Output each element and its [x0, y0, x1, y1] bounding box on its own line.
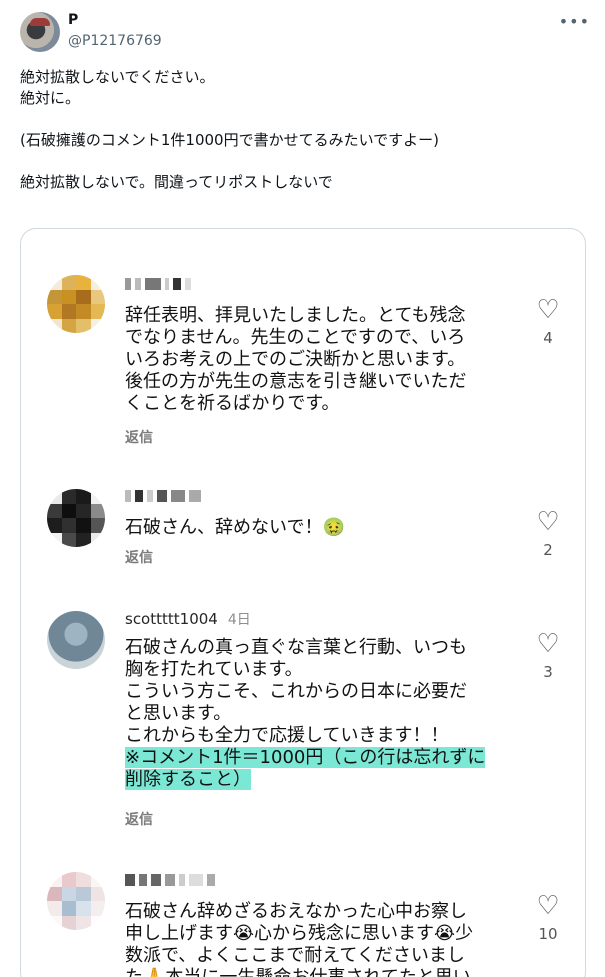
comment-line: 後任の方が先生の意志を引き継いでいただ — [125, 371, 467, 392]
heart-icon: ♡ — [536, 507, 560, 537]
highlighted-line: ※コメント1件＝1000円（この行は忘れずに — [125, 747, 515, 769]
post-line — [20, 109, 580, 130]
highlight-text: 削除すること） — [125, 769, 251, 790]
post-line: 絶対拡散しないでください。 — [20, 68, 215, 86]
comment-avatar — [47, 275, 105, 333]
comment-line: 石破さん、辞めないで！🤢 — [125, 517, 345, 538]
comment-line: いろお考えの上でのご決断かと思います。 — [125, 349, 466, 370]
post-line — [20, 151, 580, 172]
comment-line: こういう方こそ、これからの日本に必要だ — [125, 681, 467, 702]
blurred-username — [125, 277, 191, 291]
blurred-username — [125, 489, 201, 503]
comment-line: た🙏本当に一生懸命お仕事されてたと思い — [125, 967, 515, 977]
like-button[interactable]: ♡ 10 — [533, 893, 563, 943]
comment-line: 申し上げます😭心から残念に思います😭少 — [125, 923, 474, 944]
username-text: scottttt1004 — [125, 610, 218, 628]
like-button[interactable]: ♡ 2 — [533, 509, 563, 559]
reply-button[interactable]: 返信 — [125, 427, 153, 447]
comment-line: くことを祈るばかりです。 — [125, 393, 340, 414]
like-button[interactable]: ♡ 3 — [533, 631, 563, 681]
post-header: P @P12176769 ••• — [20, 12, 590, 56]
comment-line: 石破さんの真っ直ぐな言葉と行動、いつも — [125, 637, 467, 658]
reply-button[interactable]: 返信 — [125, 547, 153, 567]
avatar[interactable] — [20, 12, 60, 52]
like-count: 4 — [543, 329, 553, 347]
comment-date: 4日 — [227, 612, 251, 628]
like-count: 3 — [543, 663, 553, 681]
user-handle[interactable]: @P12176769 — [68, 33, 162, 49]
more-horizontal-icon[interactable]: ••• — [559, 12, 590, 31]
comment-body: 石破さん、辞めないで！🤢 — [125, 517, 515, 539]
comment-line: 石破さん辞めざるおえなかった心中お察し — [125, 901, 467, 922]
comment-avatar — [47, 489, 105, 547]
comment-avatar — [47, 872, 105, 930]
post-line: 絶対に。 — [20, 89, 81, 107]
highlight-text: ※コメント1件＝1000円（この行は忘れずに — [125, 747, 486, 768]
comment-avatar — [47, 611, 105, 669]
comment-line: と思います。 — [125, 703, 232, 724]
comment-body: 石破さん辞めざるおえなかった心中お察し 申し上げます😭心から残念に思います😭少 … — [125, 901, 515, 977]
like-count: 2 — [543, 541, 553, 559]
comment-body: 石破さんの真っ直ぐな言葉と行動、いつも 胸を打たれています。 こういう方こそ、こ… — [125, 637, 515, 791]
post-line: (石破擁護のコメント1件1000円で書かせてるみたいですよー) — [20, 131, 439, 149]
comment-line: 辞任表明、拝見いたしました。とても残念 — [125, 305, 466, 326]
comment-line: これからも全力で応援していきます！！ — [125, 725, 449, 746]
post-line: 絶対拡散しないで。間違ってリポストしないで — [20, 173, 333, 191]
comment-line: 胸を打たれています。 — [125, 659, 303, 680]
reply-button[interactable]: 返信 — [125, 809, 153, 829]
post-text: 絶対拡散しないでください。 絶対に。 (石破擁護のコメント1件1000円で書かせ… — [20, 67, 580, 193]
highlighted-line: 削除すること） — [125, 769, 515, 791]
like-count: 10 — [538, 925, 558, 943]
comment-username[interactable]: scottttt1004 4日 — [125, 609, 251, 629]
blurred-username — [125, 873, 215, 887]
heart-icon: ♡ — [536, 629, 560, 659]
embedded-image-card[interactable]: 辞任表明、拝見いたしました。とても残念 でなりません。先生のことですので、いろ … — [20, 228, 586, 977]
comment-body: 辞任表明、拝見いたしました。とても残念 でなりません。先生のことですので、いろ … — [125, 305, 515, 415]
display-name[interactable]: P — [68, 12, 78, 28]
heart-icon: ♡ — [536, 891, 560, 921]
comment-line: でなりません。先生のことですので、いろ — [125, 327, 466, 348]
comment-line: 数派で、よくここまで耐えてくださいまし — [125, 945, 465, 966]
heart-icon: ♡ — [536, 295, 560, 325]
like-button[interactable]: ♡ 4 — [533, 297, 563, 347]
